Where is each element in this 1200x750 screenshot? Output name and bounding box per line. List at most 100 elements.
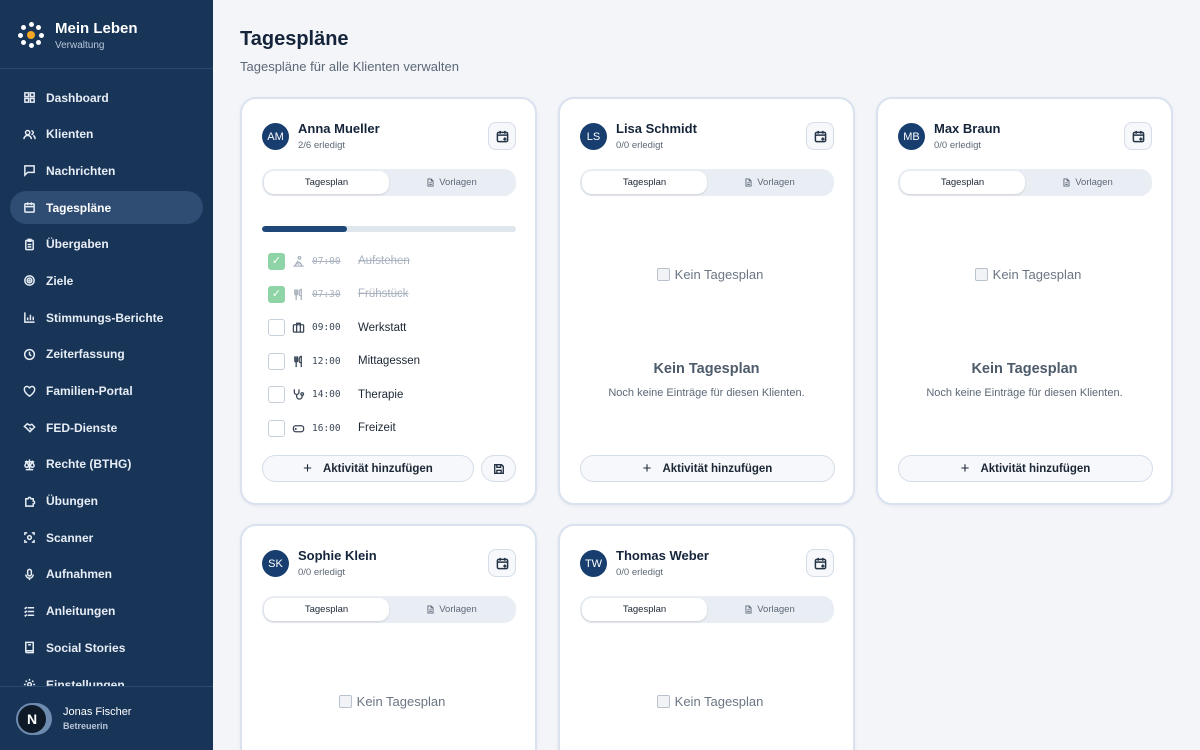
- bar-chart-icon: [23, 311, 36, 324]
- sidebar-item-familien-portal[interactable]: Familien-Portal: [10, 375, 203, 408]
- plan-tabs: Tagesplan Vorlagen: [262, 596, 516, 623]
- calendar-plus-button[interactable]: [806, 549, 834, 577]
- sidebar-item-label: Tagespläne: [46, 200, 112, 215]
- completion-status: 2/6 erledigt: [298, 140, 346, 151]
- sidebar-item-label: Zeiterfassung: [46, 347, 125, 362]
- tab-vorlagen[interactable]: Vorlagen: [707, 171, 832, 194]
- calendar-plus-button[interactable]: [1124, 122, 1152, 150]
- sidebar-item-aufnahmen[interactable]: Aufnahmen: [10, 558, 203, 591]
- tab-vorlagen[interactable]: Vorlagen: [389, 171, 514, 194]
- completion-status: 0/0 erledigt: [934, 140, 982, 151]
- tab-vorlagen[interactable]: Vorlagen: [1025, 171, 1150, 194]
- broken-image-icon: [656, 268, 670, 281]
- sidebar-item-fed-dienste[interactable]: FED-Dienste: [10, 411, 203, 444]
- progress-fill: [262, 226, 347, 232]
- add-activity-label: Aktivität hinzufügen: [322, 462, 433, 475]
- sidebar-item-übungen[interactable]: Übungen: [10, 485, 203, 518]
- add-activity-button[interactable]: + Aktivität hinzufügen: [580, 455, 835, 482]
- calendar-plus-button[interactable]: [806, 122, 834, 150]
- page-subtitle: Tagespläne für alle Klienten verwalten: [240, 59, 459, 74]
- tab-label: Tagesplan: [304, 604, 349, 615]
- broken-image-icon: [338, 695, 352, 708]
- empty-state-image: Kein Tagesplan: [332, 692, 452, 712]
- sidebar-item-scanner[interactable]: Scanner: [10, 521, 203, 554]
- plus-icon: +: [303, 460, 312, 477]
- tab-tagesplan[interactable]: Tagesplan: [582, 598, 707, 621]
- sidebar-item-rechte-bthg-[interactable]: Rechte (BTHG): [10, 448, 203, 481]
- sidebar-item-anleitungen[interactable]: Anleitungen: [10, 595, 203, 628]
- tab-label: Tagesplan: [940, 177, 985, 188]
- activity-title: Mittagessen: [358, 355, 421, 368]
- empty-state-text: Noch keine Einträge für diesen Klienten.: [926, 387, 1123, 399]
- sidebar-item-klienten[interactable]: Klienten: [10, 118, 203, 151]
- tab-label: Vorlagen: [439, 177, 477, 188]
- tab-label: Tagesplan: [304, 177, 349, 188]
- activity-checkbox[interactable]: [268, 419, 285, 437]
- client-name: Anna Mueller: [298, 121, 380, 136]
- client-card: SK Sophie Klein 0/0 erledigt Tagesplan V…: [240, 524, 537, 750]
- plan-tabs: Tagesplan Vorlagen: [580, 596, 834, 623]
- client-name: Max Braun: [934, 121, 1001, 136]
- clipboard-icon: [23, 238, 36, 251]
- activity-checkbox[interactable]: [268, 252, 285, 270]
- tab-vorlagen[interactable]: Vorlagen: [707, 598, 832, 621]
- empty-state-image: Kein Tagesplan: [968, 265, 1088, 285]
- tab-tagesplan[interactable]: Tagesplan: [264, 171, 389, 194]
- save-template-button[interactable]: [481, 455, 516, 482]
- sidebar-item-zeiterfassung[interactable]: Zeiterfassung: [10, 338, 203, 371]
- activity-row: 07:00 Aufstehen: [268, 252, 508, 270]
- calendar-plus-icon: [814, 557, 827, 570]
- calendar-plus-icon: [496, 557, 509, 570]
- sidebar-item-dashboard[interactable]: Dashboard: [10, 81, 203, 114]
- message-icon: [23, 164, 36, 178]
- puzzle-icon: [23, 495, 36, 508]
- client-card: LS Lisa Schmidt 0/0 erledigt Tagesplan V…: [558, 97, 855, 505]
- tab-tagesplan[interactable]: Tagesplan: [900, 171, 1025, 194]
- activity-checkbox[interactable]: [268, 386, 285, 404]
- document-icon: [744, 605, 757, 614]
- tab-tagesplan[interactable]: Tagesplan: [582, 171, 707, 194]
- utensils-icon: [292, 355, 305, 368]
- sidebar-item-label: Familien-Portal: [46, 384, 133, 398]
- add-activity-button[interactable]: + Aktivität hinzufügen: [898, 455, 1153, 482]
- calendar-plus-button[interactable]: [488, 122, 516, 150]
- mic-icon: [23, 568, 36, 581]
- avatar: MB: [898, 123, 925, 150]
- sidebar-item-social-stories[interactable]: Social Stories: [10, 631, 203, 664]
- activity-time: 07:00: [312, 255, 341, 267]
- sidebar-item-label: Aufnahmen: [46, 567, 112, 582]
- avatar: SK: [262, 550, 289, 577]
- activity-checkbox[interactable]: [268, 352, 285, 370]
- sidebar-item-tagespläne[interactable]: Tagespläne: [10, 191, 203, 225]
- activity-row: 12:00 Mittagessen: [268, 352, 508, 370]
- sidebar-item-label: Scanner: [46, 530, 94, 545]
- stethoscope-icon: [292, 388, 305, 401]
- sidebar-item-übergaben[interactable]: Übergaben: [10, 228, 203, 261]
- sidebar-item-stimmungs-berichte[interactable]: Stimmungs-Berichte: [10, 301, 203, 334]
- user-profile[interactable]: N Jonas Fischer Betreuerin: [0, 686, 213, 750]
- sidebar-nav: Dashboard Klienten Nachrichten Tagesplän…: [10, 81, 203, 705]
- tab-label: Tagesplan: [622, 604, 667, 615]
- broken-image-icon: [656, 695, 670, 708]
- empty-image-alt: Kein Tagesplan: [356, 694, 446, 709]
- document-icon: [426, 178, 439, 187]
- tab-tagesplan[interactable]: Tagesplan: [264, 598, 389, 621]
- calendar-plus-button[interactable]: [488, 549, 516, 577]
- tab-vorlagen[interactable]: Vorlagen: [389, 598, 514, 621]
- activity-time: 16:00: [312, 422, 341, 434]
- activity-title: Aufstehen: [358, 255, 410, 267]
- sidebar-item-nachrichten[interactable]: Nachrichten: [10, 154, 203, 187]
- add-activity-button[interactable]: + Aktivität hinzufügen: [262, 455, 474, 482]
- calendar-icon: [23, 201, 36, 214]
- activity-checkbox[interactable]: [268, 285, 285, 303]
- handshake-icon: [23, 421, 36, 434]
- client-name: Sophie Klein: [298, 548, 377, 563]
- client-card: AM Anna Mueller 2/6 erledigt Tagesplan V…: [240, 97, 537, 505]
- activity-checkbox[interactable]: [268, 319, 285, 337]
- sidebar-item-ziele[interactable]: Ziele: [10, 264, 203, 297]
- users-icon: [23, 128, 36, 141]
- add-activity-label: Aktivität hinzufügen: [662, 462, 773, 475]
- brand[interactable]: Mein Leben Verwaltung: [18, 17, 138, 53]
- book-icon: [23, 641, 36, 654]
- clock-icon: [23, 348, 36, 361]
